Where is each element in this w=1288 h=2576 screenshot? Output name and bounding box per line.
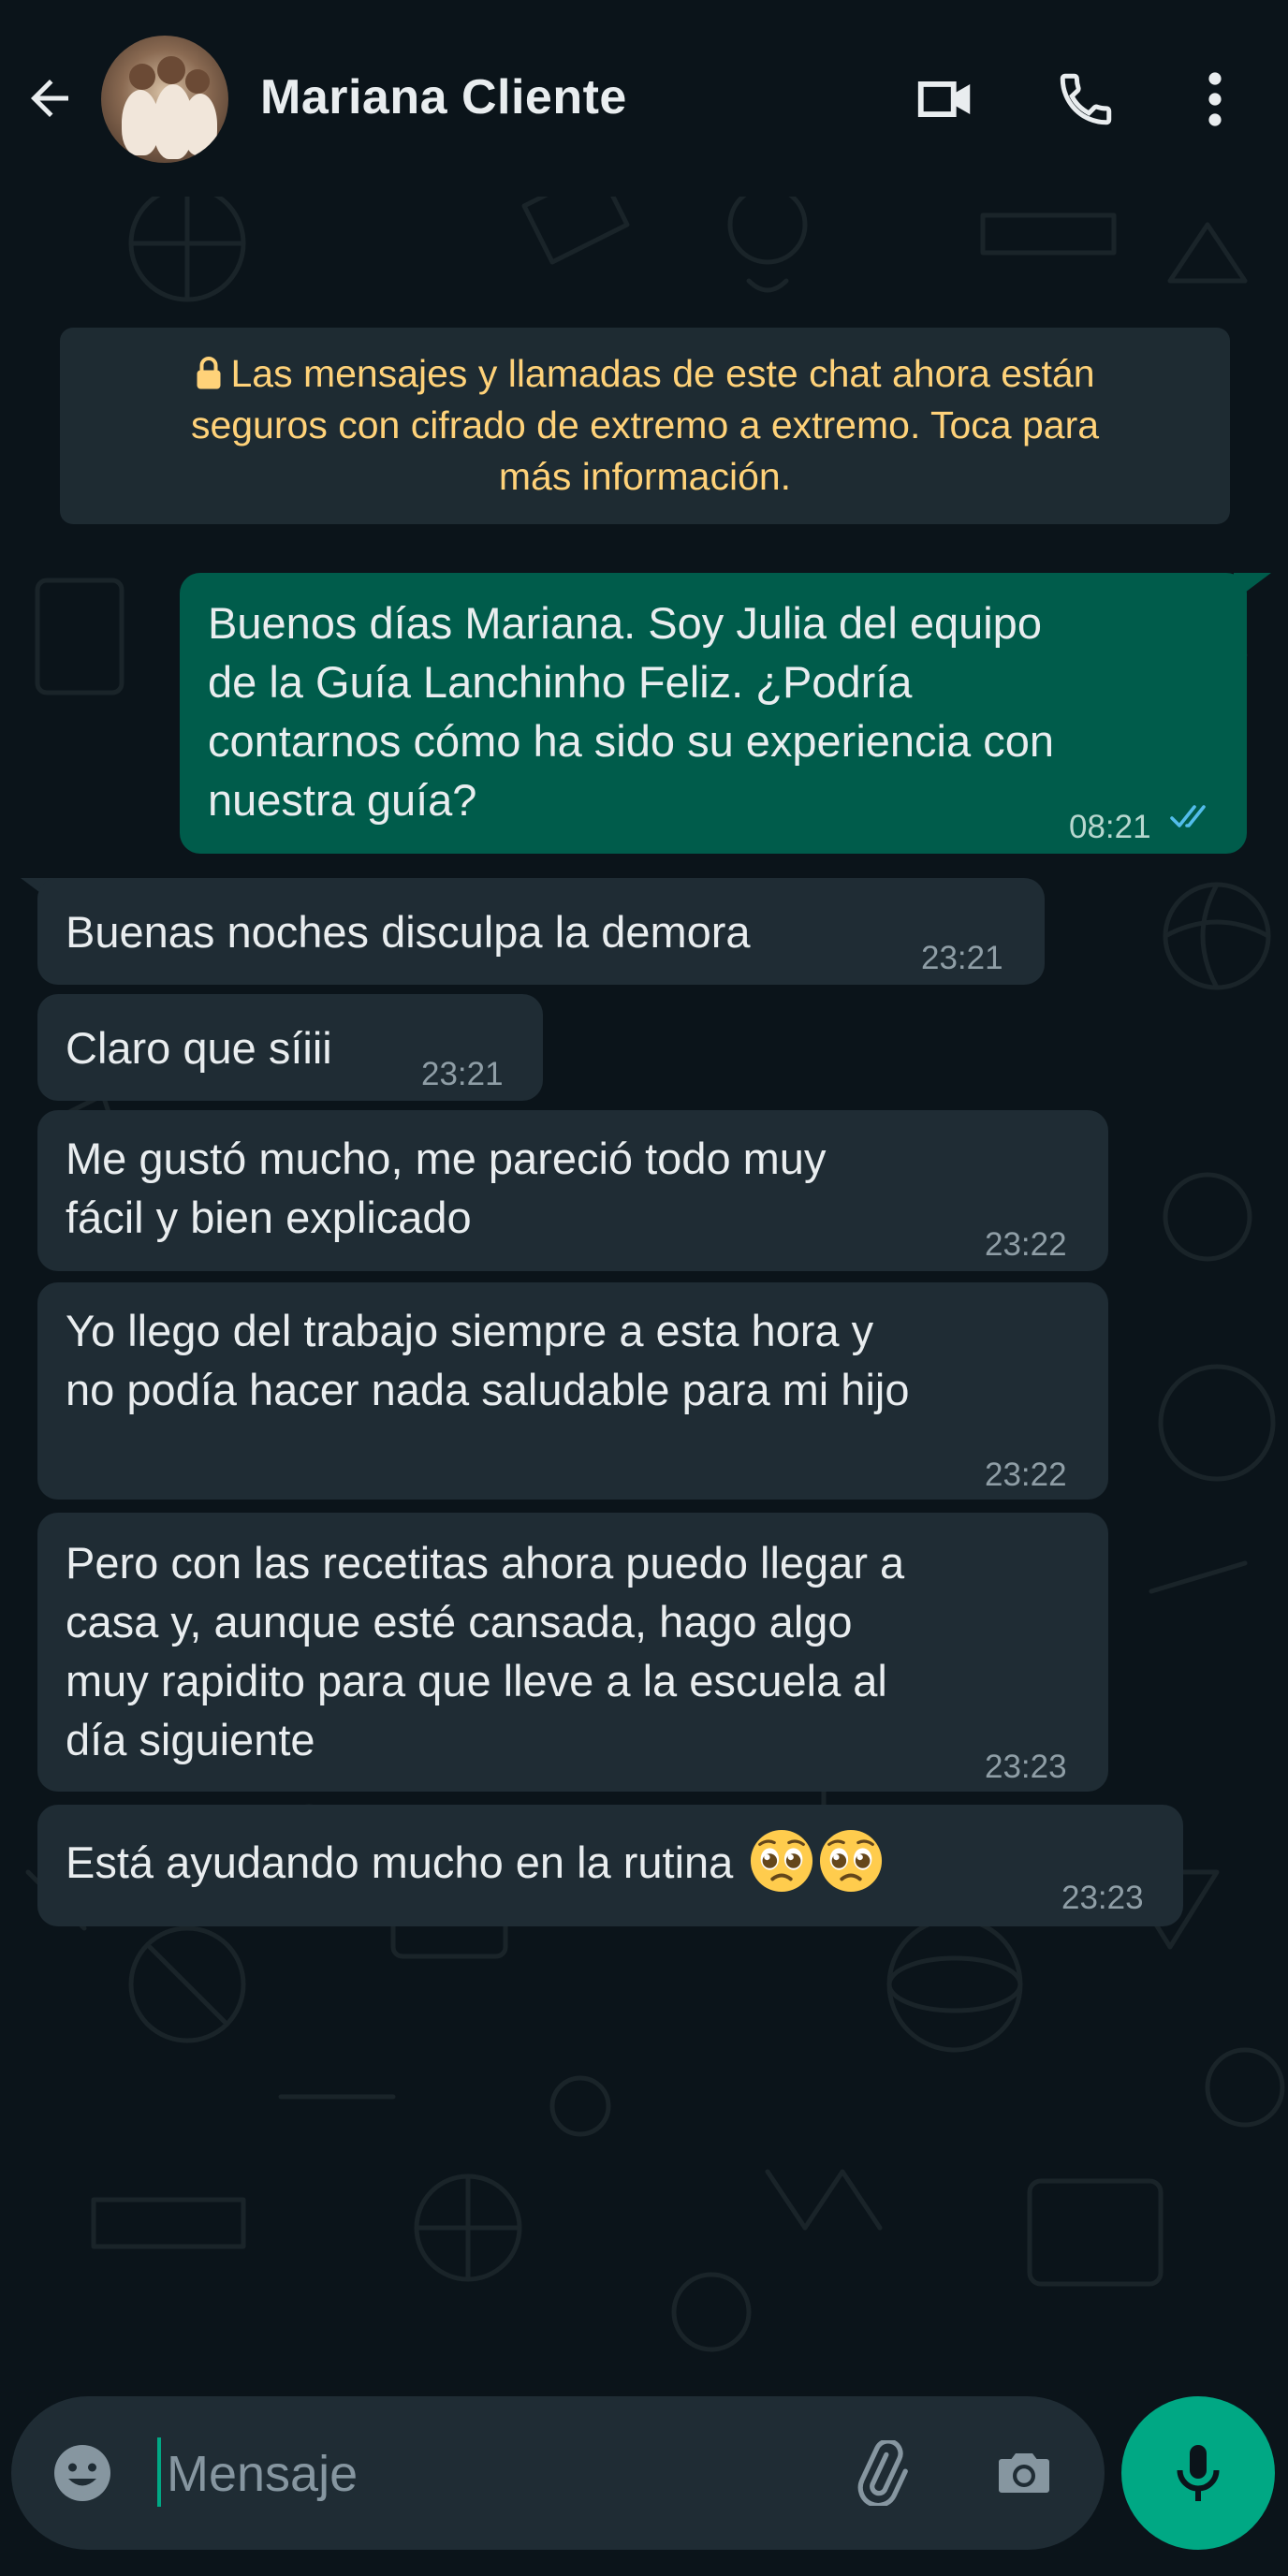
message-text: de la Guía Lanchinho Feliz. ¿Podría	[208, 657, 913, 707]
chat-header: Mariana Cliente	[0, 0, 1288, 197]
message-text: Me gustó mucho, me pareció todo muy	[66, 1134, 827, 1183]
emoji-icon	[54, 2445, 110, 2501]
mic-icon	[1177, 2445, 1220, 2501]
more-vert-icon	[1208, 72, 1222, 126]
message-incoming[interactable]: Buenas noches disculpa la demora 23:21	[37, 878, 1045, 985]
message-incoming[interactable]: Está ayudando mucho en la rutina 23:23	[37, 1805, 1183, 1926]
message-text: fácil y bien explicado	[66, 1193, 472, 1242]
phone-icon	[1060, 73, 1112, 125]
back-button[interactable]	[17, 66, 82, 131]
message-text: casa y, aunque esté cansada, hago algo	[66, 1597, 853, 1647]
back-arrow-icon	[31, 80, 68, 117]
message-outgoing[interactable]: Buenos días Mariana. Soy Julia del equip…	[180, 573, 1247, 854]
message-text: Yo llego del trabajo siempre a esta hora…	[66, 1306, 874, 1355]
message-time: 23:21	[421, 1056, 504, 1092]
message-text: no podía hacer nada saludable para mi hi…	[66, 1365, 910, 1414]
notice-line-2: seguros con cifrado de extremo a extremo…	[190, 403, 1100, 446]
pleading-face-emoji	[751, 1829, 813, 1892]
message-time: 23:22	[985, 1226, 1067, 1263]
message-incoming[interactable]: Yo llego del trabajo siempre a esta hora…	[37, 1282, 1108, 1500]
camera-icon	[999, 2453, 1049, 2493]
pleading-face-emoji	[820, 1829, 883, 1892]
text-caret	[157, 2437, 161, 2507]
message-text: Pero con las recetitas ahora puedo llega…	[66, 1538, 905, 1588]
attach-icon	[857, 2440, 908, 2506]
chat-screen: Mariana Cliente Las mensajes y llamadas …	[0, 0, 1288, 2576]
message-text: Claro que síiii	[66, 1023, 332, 1073]
attach-button[interactable]	[841, 2434, 919, 2512]
video-call-icon	[917, 81, 971, 117]
video-call-button[interactable]	[906, 60, 985, 139]
message-time: 23:23	[1061, 1880, 1144, 1916]
message-text: Buenos días Mariana. Soy Julia del equip…	[208, 598, 1042, 648]
voice-message-button[interactable]	[1121, 2396, 1275, 2550]
read-ticks-icon	[1170, 805, 1206, 827]
message-time: 23:23	[985, 1749, 1067, 1785]
message-time: 23:21	[921, 940, 1003, 976]
notice-line-1: Las mensajes y llamadas de este chat aho…	[230, 352, 1095, 395]
message-incoming[interactable]: Pero con las recetitas ahora puedo llega…	[37, 1513, 1108, 1792]
message-text: Está ayudando mucho en la rutina	[66, 1837, 734, 1887]
contact-name[interactable]: Mariana Cliente	[260, 69, 627, 125]
camera-button[interactable]	[985, 2434, 1063, 2512]
message-text: muy rapidito para que lleve a la escuela…	[66, 1656, 887, 1705]
message-incoming[interactable]: Claro que síiii 23:21	[37, 994, 543, 1101]
message-text: contarnos cómo ha sido su experiencia co…	[208, 716, 1054, 766]
message-text: día siguiente	[66, 1715, 315, 1764]
notice-line-3: más información.	[498, 455, 792, 498]
lock-icon	[197, 357, 221, 389]
message-time: 23:22	[985, 1456, 1067, 1493]
message-incoming[interactable]: Me gustó mucho, me pareció todo muy fáci…	[37, 1110, 1108, 1271]
message-text: Buenas noches disculpa la demora	[66, 907, 751, 957]
message-composer: Mensaje	[11, 2396, 1105, 2550]
message-time: 08:21	[1069, 809, 1151, 845]
emoji-button[interactable]	[43, 2434, 122, 2512]
message-input[interactable]: Mensaje	[167, 2445, 358, 2503]
encryption-notice[interactable]: Las mensajes y llamadas de este chat aho…	[60, 328, 1230, 524]
more-options-button[interactable]	[1187, 60, 1243, 139]
message-text: nuestra guía?	[208, 775, 477, 825]
voice-call-button[interactable]	[1046, 60, 1125, 139]
avatar[interactable]	[101, 36, 228, 163]
